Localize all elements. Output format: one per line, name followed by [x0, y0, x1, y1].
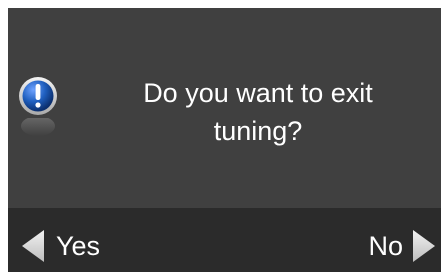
info-icon-reflection [21, 118, 55, 136]
no-button[interactable]: No [368, 226, 435, 266]
button-bar: Yes No [8, 208, 441, 272]
message-area: Do you want to exit tuning? [8, 8, 441, 208]
right-arrow-icon [413, 230, 435, 262]
info-exclamation-icon [19, 77, 57, 115]
dialog-message: Do you want to exit tuning? [143, 78, 373, 146]
no-label: No [368, 230, 403, 261]
left-arrow-icon [22, 230, 44, 262]
exit-tuning-dialog: Do you want to exit tuning? Yes No [8, 8, 441, 272]
yes-button[interactable]: Yes [22, 226, 100, 266]
yes-label: Yes [56, 230, 101, 261]
